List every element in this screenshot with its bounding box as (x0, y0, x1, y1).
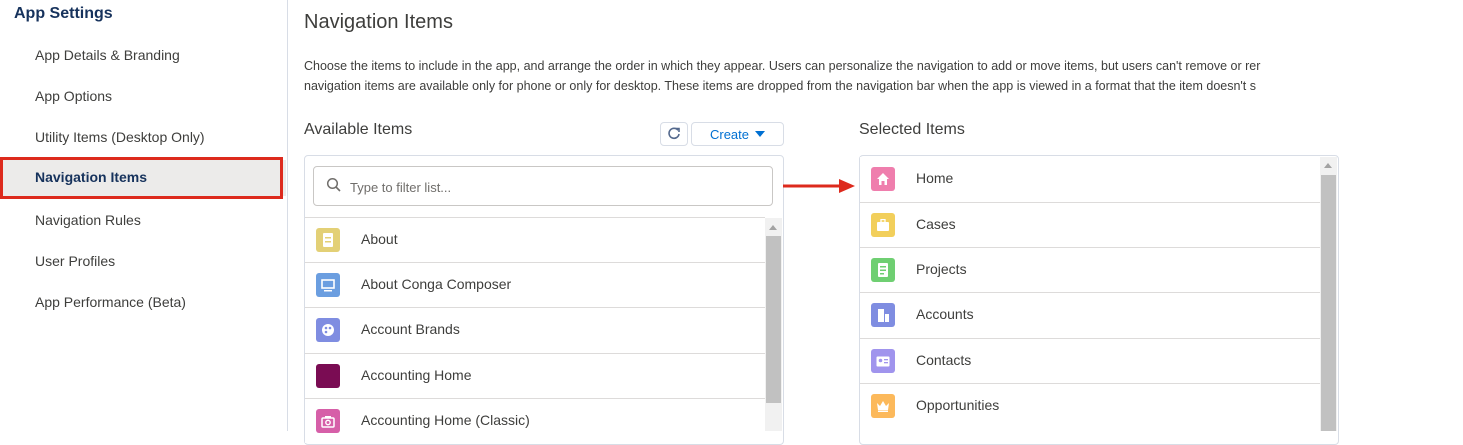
description-line: Choose the items to include in the app, … (304, 59, 1261, 73)
sidebar-item-label: App Options (35, 88, 113, 104)
sidebar-item-label: App Performance (Beta) (35, 294, 186, 310)
crown-icon (871, 394, 895, 418)
list-item-label: Accounting Home (361, 367, 472, 383)
contact-card-icon (871, 349, 895, 373)
list-item-accounts[interactable]: Accounts (860, 292, 1320, 337)
briefcase-icon (871, 213, 895, 237)
list-item-label: Projects (916, 261, 967, 277)
list-item-label: About Conga Composer (361, 276, 512, 292)
page-description: Choose the items to include in the app, … (304, 56, 1463, 96)
scroll-up-icon (769, 225, 777, 230)
chevron-down-icon (755, 130, 766, 137)
refresh-icon (668, 127, 680, 140)
scrollbar-thumb[interactable] (1321, 175, 1336, 431)
sidebar-item-app-options[interactable]: App Options (0, 79, 285, 115)
list-item-projects[interactable]: Projects (860, 247, 1320, 292)
app-settings-sidebar: App Settings App Details & Branding App … (0, 0, 288, 431)
document-icon (316, 228, 340, 252)
list-item-label: Contacts (916, 352, 972, 368)
list-item-opportunities[interactable]: Opportunities (860, 383, 1320, 428)
sidebar-item-navigation-items[interactable]: Navigation Items (0, 160, 286, 196)
sidebar-item-utility-items[interactable]: Utility Items (Desktop Only) (0, 120, 285, 156)
home-icon (871, 167, 895, 191)
red-arrow-icon (783, 179, 855, 193)
blank-icon (316, 364, 340, 388)
scrollbar-thumb[interactable] (766, 236, 781, 403)
list-item-label: About (361, 231, 398, 247)
list-item-accounting-home[interactable]: Accounting Home (305, 353, 765, 398)
sidebar-title: App Settings (14, 5, 113, 22)
page-title: Navigation Items (304, 11, 453, 33)
search-icon (326, 177, 341, 192)
list-item-contacts[interactable]: Contacts (860, 338, 1320, 383)
list-item-cases[interactable]: Cases (860, 202, 1320, 247)
filter-input[interactable] (348, 167, 772, 207)
list-item-accounting-home-classic[interactable]: Accounting Home (Classic) (305, 398, 765, 443)
list-item-label: Opportunities (916, 397, 1000, 413)
building-icon (871, 303, 895, 327)
monitor-icon (316, 273, 340, 297)
sidebar-item-label: Utility Items (Desktop Only) (35, 129, 205, 145)
list-item-label: Cases (916, 216, 956, 232)
sidebar-item-app-details-branding[interactable]: App Details & Branding (0, 38, 285, 74)
list-item-home[interactable]: Home (860, 157, 1320, 202)
list-item-label: Account Brands (361, 321, 460, 337)
sidebar-item-label: App Details & Branding (35, 47, 180, 63)
sidebar-item-label: Navigation Rules (35, 212, 141, 228)
sidebar-item-label: Navigation Items (35, 169, 148, 185)
sidebar-item-user-profiles[interactable]: User Profiles (0, 244, 285, 280)
available-list-scrollbar[interactable] (765, 218, 782, 431)
camera-icon (316, 409, 340, 433)
list-item-label: Home (916, 170, 954, 186)
sidebar-item-navigation-rules[interactable]: Navigation Rules (0, 203, 285, 239)
list-item-about-conga-composer[interactable]: About Conga Composer (305, 262, 765, 307)
project-icon (871, 258, 895, 282)
sidebar-item-app-performance[interactable]: App Performance (Beta) (0, 285, 285, 321)
create-button-label: Create (709, 126, 750, 142)
filter-field[interactable] (313, 166, 773, 207)
refresh-button[interactable] (660, 122, 688, 146)
sidebar-item-label: User Profiles (35, 253, 116, 269)
create-button[interactable]: Create (691, 122, 784, 146)
selected-list-scrollbar[interactable] (1320, 157, 1337, 431)
palette-icon (316, 318, 340, 342)
list-item-label: Accounting Home (Classic) (361, 412, 530, 428)
available-items-label: Available Items (304, 121, 413, 138)
description-line: navigation items are available only for … (304, 79, 1257, 93)
list-item-about[interactable]: About (305, 217, 765, 262)
scroll-up-icon (1324, 163, 1332, 168)
selected-items-label: Selected Items (859, 121, 965, 138)
list-item-label: Accounts (916, 306, 974, 322)
list-item-account-brands[interactable]: Account Brands (305, 307, 765, 352)
